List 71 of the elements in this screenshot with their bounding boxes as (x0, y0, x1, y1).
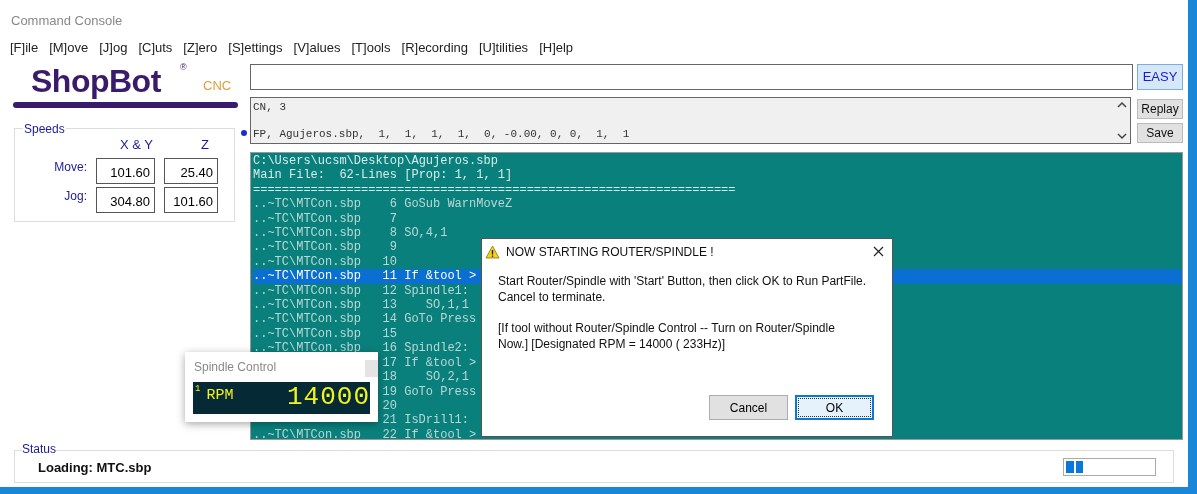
code-text: SO,4,1 (404, 226, 448, 241)
logo-suffix: CNC (203, 77, 232, 95)
file-path: ..~TC\MTCon.sbp (253, 226, 362, 241)
column-heading: Z (201, 136, 209, 154)
menu-item[interactable]: [U]tilities (479, 38, 529, 56)
speed-field[interactable]: 25.40 (164, 157, 218, 184)
command-field[interactable] (250, 64, 1133, 90)
speed-field[interactable]: 101.60 (164, 186, 218, 213)
file-path: ..~TC\MTCon.sbp (253, 326, 362, 341)
menu-item[interactable]: [H]elp (539, 38, 574, 56)
menu-item[interactable]: [M]ove (49, 38, 89, 56)
code-text: If &tool > (404, 269, 477, 284)
logo-text: ShopBot (31, 64, 161, 98)
console-header-line: Main File: 62-Lines [Prop: 1, 1, 1] (253, 168, 514, 183)
code-text: SO,1,1 (425, 298, 469, 313)
menu-item[interactable]: [T]ools (351, 38, 391, 56)
dialog-button[interactable]: Cancel (709, 395, 788, 420)
code-text: GoTo Press (404, 384, 477, 399)
file-path: ..~TC\MTCon.sbp (253, 341, 362, 356)
status-message: Loading: MTC.sbp (38, 458, 152, 477)
dialog-button[interactable]: OK (795, 395, 874, 420)
code-text: If &tool > (404, 427, 477, 439)
warning-icon (485, 244, 500, 259)
spindle-index: 1 (195, 383, 201, 396)
file-path: ..~TC\MTCon.sbp (253, 298, 362, 313)
menu-item[interactable]: [C]uts (138, 38, 173, 56)
code-text: GoTo Press (404, 312, 477, 327)
row-label: Move: (53, 158, 88, 176)
column-heading: X & Y (120, 136, 153, 154)
speed-field[interactable]: 304.80 (96, 186, 155, 213)
menu-item[interactable]: [S]ettings (228, 38, 283, 56)
code-text: Spindle2: (404, 341, 469, 356)
history-button[interactable]: Replay (1137, 99, 1183, 119)
rpm-unit: RPM (206, 386, 234, 406)
code-text: GoSub WarnMoveZ (404, 197, 513, 212)
scroll-down-icon[interactable] (1117, 133, 1127, 140)
file-path: ..~TC\MTCon.sbp (253, 240, 362, 255)
history-button[interactable]: Save (1137, 123, 1183, 143)
dialog-title: NOW STARTING ROUTER/SPINDLE ! (506, 243, 714, 261)
registered-mark: ® (180, 62, 187, 72)
menu-item[interactable]: [R]ecording (401, 38, 468, 56)
file-path: ..~TC\MTCon.sbp (253, 254, 362, 269)
history-line[interactable]: FP, Agujeros.sbp, 1, 1, 1, 1, 0, -0.00, 0, 0, 1, 1 (253, 127, 630, 140)
line-number[interactable]: 11 (382, 269, 397, 284)
file-path: ..~TC\MTCon.sbp (253, 312, 362, 327)
dialog-message: [If tool without Router/Spindle Control -- Turn on Router/Spindle Now.] [Designated RPM = 14000 ( 233Hz)] (498, 320, 835, 352)
history-line[interactable]: CN, 3 (253, 101, 286, 113)
close-icon[interactable] (873, 246, 884, 257)
menu-item[interactable]: [F]ile (10, 38, 39, 56)
file-path: ..~TC\MTCon.sbp (253, 283, 362, 298)
code-text: SO,2,1 (425, 370, 469, 385)
menu-item[interactable]: [J]og (99, 38, 128, 56)
easy-button[interactable]: EASY (1137, 64, 1183, 90)
menu-item[interactable]: [Z]ero (183, 38, 218, 56)
dialog-message: Start Router/Spindle with 'Start' Button, then click OK to Run PartFile. Cancel to terminate. (498, 273, 867, 305)
code-text: Spindle1: (404, 283, 469, 299)
row-label: Jog: (63, 187, 88, 205)
file-path: ..~TC\MTCon.sbp (253, 269, 362, 284)
console-header-line: =================================================================== (253, 182, 737, 198)
code-text: IsDrill1: (404, 413, 469, 428)
console-header-line: C:\Users\ucsm\Desktop\Agujeros.sbp (253, 154, 499, 169)
window-title: Command Console (10, 12, 124, 30)
status-title: Status (22, 442, 57, 456)
spindle-title: Spindle Control (194, 359, 277, 376)
file-path: ..~TC\MTCon.sbp (253, 211, 362, 226)
menu-item[interactable]: [V]alues (293, 38, 341, 56)
speed-field[interactable]: 101.60 (96, 157, 155, 184)
file-path: ..~TC\MTCon.sbp (253, 197, 362, 212)
code-text: If &tool > (404, 355, 477, 371)
rpm-value: 14000 (287, 382, 370, 412)
scroll-up-icon[interactable] (1117, 101, 1127, 108)
